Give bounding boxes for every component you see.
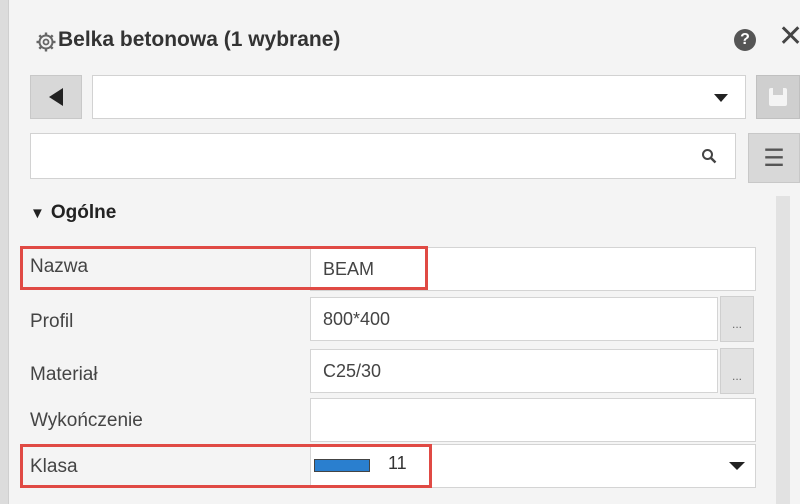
search-icon[interactable] [701, 148, 717, 164]
menu-icon: ☰ [763, 144, 785, 172]
close-icon[interactable]: ✕ [778, 22, 800, 52]
dropdown-caret-icon[interactable] [728, 461, 746, 471]
property-value-finish[interactable] [310, 398, 756, 442]
property-label-material: Materiał [30, 364, 98, 385]
property-label-profile: Profil [30, 311, 74, 332]
material-browse-button[interactable]: ... [720, 348, 754, 394]
gear-icon [36, 32, 56, 52]
property-value-profile[interactable]: 800*400 [310, 297, 718, 341]
save-button[interactable] [756, 75, 800, 119]
property-value-material[interactable]: C25/30 [310, 349, 718, 393]
help-icon[interactable]: ? [734, 29, 756, 51]
section-title: Ogólne [50, 202, 117, 223]
profile-browse-button[interactable]: ... [720, 296, 754, 342]
section-header-general[interactable]: ▼ Ogólne [30, 202, 116, 224]
search-input[interactable] [41, 134, 685, 180]
back-arrow-icon [49, 88, 63, 106]
highlight-box-class [20, 444, 432, 488]
collapse-triangle-icon: ▼ [30, 204, 45, 222]
properties-scrollbar[interactable] [776, 196, 790, 504]
search-field[interactable] [30, 133, 736, 180]
menu-button[interactable]: ☰ [748, 133, 800, 183]
panel-title: Belka betonowa (1 wybrane) [58, 28, 341, 51]
property-label-finish: Wykończenie [30, 410, 143, 431]
object-selector-dropdown[interactable] [92, 75, 746, 119]
back-button[interactable] [30, 75, 82, 119]
highlight-box-name [20, 246, 428, 290]
save-icon [769, 88, 787, 106]
dropdown-caret-icon [714, 94, 728, 102]
